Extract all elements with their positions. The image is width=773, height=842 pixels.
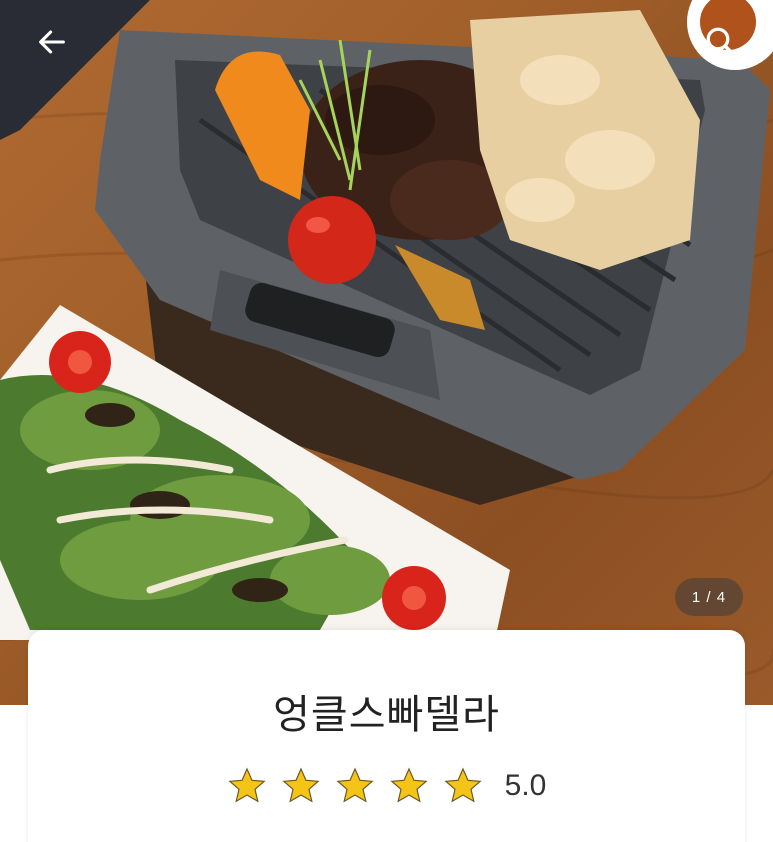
arrow-left-icon xyxy=(39,30,65,54)
search-icon xyxy=(706,27,737,58)
photo-counter: 1 / 4 xyxy=(675,578,743,616)
restaurant-info-card: 엉클스빠델라 5.0 xyxy=(28,630,745,842)
search-button[interactable] xyxy=(693,14,749,70)
star-icon xyxy=(390,767,428,803)
rating-row: 5.0 xyxy=(28,766,745,806)
star-icon xyxy=(444,767,482,803)
star-icon xyxy=(282,767,320,803)
back-button[interactable] xyxy=(24,14,80,70)
star-icon xyxy=(228,767,266,803)
rating-value: 5.0 xyxy=(504,769,547,802)
photo-gallery[interactable]: 1 / 4 xyxy=(0,0,773,705)
restaurant-detail-screen: 1 / 4 엉클스빠델라 5.0 xyxy=(0,0,773,842)
restaurant-name: 엉클스빠델라 xyxy=(273,692,500,738)
star-icon xyxy=(336,767,374,803)
food-photo xyxy=(0,0,773,680)
